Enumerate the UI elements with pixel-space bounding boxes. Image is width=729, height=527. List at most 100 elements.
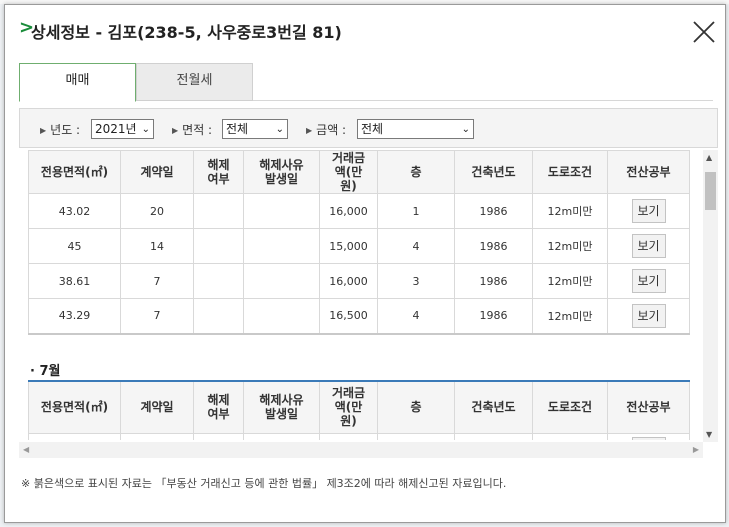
cell-road: 12m미만 bbox=[532, 298, 608, 334]
caret-right-icon: ▶ bbox=[40, 126, 47, 135]
cell-area: 38.61 bbox=[28, 263, 121, 299]
cell-registry: 보기 bbox=[607, 298, 690, 334]
scroll-left-icon[interactable]: ◀ bbox=[23, 445, 29, 454]
month-section-label: · 7월 bbox=[30, 364, 61, 379]
view-button[interactable]: 보기 bbox=[631, 199, 666, 223]
cell-registry: 보기 bbox=[607, 228, 690, 264]
scroll-right-icon[interactable]: ▶ bbox=[693, 445, 699, 454]
price-select[interactable]: 전체 ⌄ bbox=[357, 119, 474, 139]
close-icon[interactable] bbox=[691, 19, 717, 45]
price-select-value: 전체 bbox=[361, 122, 384, 136]
cell-year: 1986 bbox=[454, 263, 533, 299]
cell-cancel-date bbox=[243, 263, 320, 299]
cell-road: 12m미만 bbox=[532, 228, 608, 264]
cell-floor: 1 bbox=[377, 193, 455, 229]
header-area: 전용면적(㎡) bbox=[28, 150, 121, 194]
cell-cancel bbox=[193, 432, 244, 440]
cell-price: 16,000 bbox=[319, 263, 378, 299]
horizontal-scrollbar[interactable]: ◀ ▶ bbox=[19, 442, 703, 458]
header-cancel-date: 해제사유 발생일 bbox=[243, 380, 320, 434]
cell-floor: 4 bbox=[377, 298, 455, 334]
area-select[interactable]: 전체 ⌄ bbox=[222, 119, 288, 139]
table-row: 43.29 7 16,500 4 1986 12m미만 보기 bbox=[28, 298, 690, 334]
view-button[interactable]: 보기 bbox=[631, 269, 666, 293]
cell-price: 15,000 bbox=[319, 228, 378, 264]
scroll-thumb[interactable] bbox=[705, 172, 716, 210]
header-road: 도로조건 bbox=[532, 150, 608, 194]
view-button[interactable]: 보기 bbox=[631, 303, 666, 328]
table-row: 43.02 20 16,000 1 1986 12m미만 보기 bbox=[28, 193, 690, 229]
cell-road bbox=[532, 432, 608, 440]
results-scroll-area[interactable]: 전용면적(㎡) 계약일 해제 여부 해제사유 발생일 거래금 액(만 원) 층 건축년도… bbox=[19, 150, 705, 440]
header-registry: 전산공부 bbox=[607, 380, 690, 434]
scroll-up-icon[interactable]: ▲ bbox=[706, 153, 712, 162]
header-cancel: 해제 여부 bbox=[193, 380, 244, 434]
cell-cancel-date bbox=[243, 228, 320, 264]
cell-year: 1986 bbox=[454, 228, 533, 264]
header-contract-day: 계약일 bbox=[120, 380, 194, 434]
cell-day: 7 bbox=[120, 263, 194, 299]
cell-area bbox=[28, 432, 121, 440]
cell-year: 1986 bbox=[454, 193, 533, 229]
filter-bar: ▶ 년도 : 2021년 ⌄ ▶ 면적 : 전체 ⌄ ▶ 금액 : 전체 ⌄ bbox=[19, 108, 718, 148]
chevron-down-icon: ⌄ bbox=[141, 124, 150, 135]
view-button[interactable] bbox=[631, 437, 666, 440]
cell-cancel bbox=[193, 298, 244, 334]
header-price: 거래금 액(만 원) bbox=[319, 150, 378, 194]
cell-cancel-date bbox=[243, 193, 320, 229]
chevron-down-icon: ⌄ bbox=[275, 124, 284, 135]
cell-cancel-date bbox=[243, 432, 320, 440]
year-filter-label: ▶ 년도 : bbox=[40, 121, 80, 138]
header-contract-day: 계약일 bbox=[120, 150, 194, 194]
header-cancel: 해제 여부 bbox=[193, 150, 244, 194]
tab-sale[interactable]: 매매 bbox=[19, 63, 136, 102]
cell-cancel bbox=[193, 228, 244, 264]
cell-road: 12m미만 bbox=[532, 193, 608, 229]
caret-right-icon: ▶ bbox=[172, 126, 179, 135]
cell-day: 20 bbox=[120, 193, 194, 229]
cell-price bbox=[319, 432, 378, 440]
cell-year bbox=[454, 432, 533, 440]
cell-floor: 3 bbox=[377, 263, 455, 299]
cell-area: 45 bbox=[28, 228, 121, 264]
year-select[interactable]: 2021년 ⌄ bbox=[91, 119, 154, 139]
year-select-value: 2021년 bbox=[95, 122, 137, 136]
header-floor: 층 bbox=[377, 380, 455, 434]
table-row: 45 14 15,000 4 1986 12m미만 보기 bbox=[28, 228, 690, 264]
vertical-scrollbar[interactable]: ▲ ▼ bbox=[703, 150, 718, 442]
header-cancel-date: 해제사유 발생일 bbox=[243, 150, 320, 194]
scroll-down-icon[interactable]: ▼ bbox=[706, 430, 712, 439]
header-built-year: 건축년도 bbox=[454, 380, 533, 434]
detail-dialog: > 상세정보 - 김포(238-5, 사우중로3번길 81) 매매 전월세 ▶ 년… bbox=[4, 4, 726, 523]
header-road: 도로조건 bbox=[532, 380, 608, 434]
cell-cancel bbox=[193, 263, 244, 299]
cell-cancel-date bbox=[243, 298, 320, 334]
transactions-table-july: 전용면적(㎡) 계약일 해제 여부 해제사유 발생일 거래금 액(만 원) 층 건축년도… bbox=[28, 380, 690, 440]
chevron-down-icon: ⌄ bbox=[461, 124, 470, 135]
cell-registry: 보기 bbox=[607, 193, 690, 229]
cell-year: 1986 bbox=[454, 298, 533, 334]
area-label-text: 면적 : bbox=[182, 123, 213, 137]
cell-day bbox=[120, 432, 194, 440]
table-row: 38.61 7 16,000 3 1986 12m미만 보기 bbox=[28, 263, 690, 299]
cell-day: 14 bbox=[120, 228, 194, 264]
cell-registry bbox=[607, 432, 690, 440]
view-button[interactable]: 보기 bbox=[631, 234, 666, 258]
area-filter-label: ▶ 면적 : bbox=[172, 121, 212, 138]
transactions-table: 전용면적(㎡) 계약일 해제 여부 해제사유 발생일 거래금 액(만 원) 층 건축년도… bbox=[28, 150, 690, 335]
price-label-text: 금액 : bbox=[316, 123, 347, 137]
cell-price: 16,000 bbox=[319, 193, 378, 229]
header-registry: 전산공부 bbox=[607, 150, 690, 194]
footnote: ※ 붉은색으로 표시된 자료는 「부동산 거래신고 등에 관한 법률」 제3조2… bbox=[21, 477, 507, 490]
header-built-year: 건축년도 bbox=[454, 150, 533, 194]
tab-lease[interactable]: 전월세 bbox=[136, 63, 253, 101]
caret-right-icon: ▶ bbox=[306, 126, 313, 135]
cell-day: 7 bbox=[120, 298, 194, 334]
header-area: 전용면적(㎡) bbox=[28, 380, 121, 434]
price-filter-label: ▶ 금액 : bbox=[306, 121, 346, 138]
cell-registry: 보기 bbox=[607, 263, 690, 299]
cell-area: 43.29 bbox=[28, 298, 121, 334]
table-row bbox=[28, 432, 690, 440]
title-bar: > 상세정보 - 김포(238-5, 사우중로3번길 81) bbox=[5, 5, 725, 53]
header-price: 거래금 액(만 원) bbox=[319, 380, 378, 434]
